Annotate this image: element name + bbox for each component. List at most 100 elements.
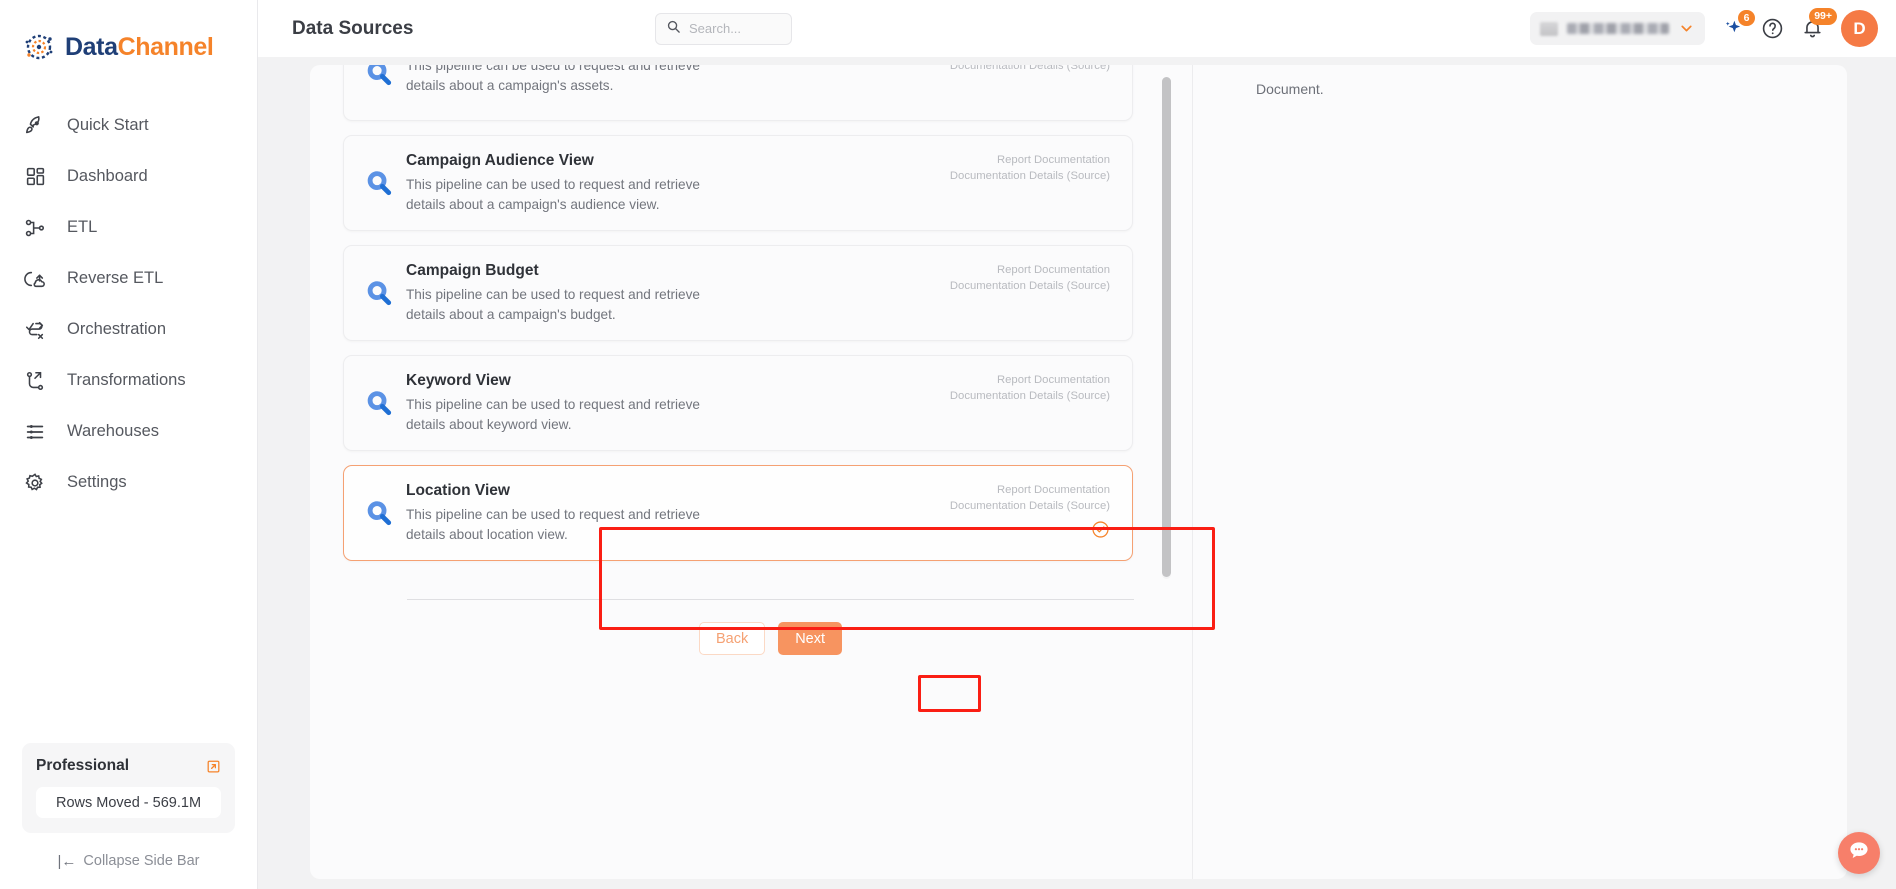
plan-row: Professional: [36, 757, 221, 775]
pipeline-card-meta-line2: Documentation Details (Source): [949, 390, 1110, 403]
pipeline-card[interactable]: Campaign Audience View This pipeline can…: [343, 135, 1133, 231]
pipeline-card-meta: Report Documentation Documentation Detai…: [940, 136, 1110, 185]
sidebar-item-warehouses[interactable]: Warehouses: [0, 406, 257, 457]
main-area: This pipeline can be used to request and…: [258, 57, 1896, 889]
pipeline-card-desc: This pipeline can be used to request and…: [406, 397, 700, 432]
notifications-badge: 99+: [1809, 8, 1837, 25]
sidebar-item-settings[interactable]: Settings: [0, 457, 257, 508]
pipeline-card-meta-line1: Report Documentation: [996, 264, 1110, 276]
magnifier-icon: [360, 498, 398, 529]
workspace-selector[interactable]: [1530, 12, 1705, 45]
help-circle-icon: [1761, 17, 1784, 40]
pipeline-card-title: Keyword View: [406, 372, 511, 390]
sidebar-item-label: Dashboard: [67, 167, 148, 185]
plan-name: Professional: [36, 757, 130, 774]
top-bar-actions: 6 99+ D: [1530, 8, 1878, 47]
sidebar-item-orchestration[interactable]: Orchestration: [0, 304, 257, 355]
pipeline-card-meta-line1: Report Documentation: [996, 154, 1110, 166]
avatar[interactable]: D: [1841, 10, 1878, 47]
magnifier-icon: [360, 65, 398, 89]
datachannel-logo-icon: [22, 30, 56, 64]
documentation-pane: Document.: [1192, 65, 1847, 879]
transformations-icon: [22, 368, 48, 394]
next-button[interactable]: Next: [778, 622, 843, 655]
pipeline-card-body: Campaign Budget This pipeline can be use…: [398, 262, 940, 324]
pipeline-card-meta-line2: Documentation Details (Source): [949, 500, 1110, 513]
brand-text-part2: Channel: [117, 32, 214, 61]
warehouse-stack-icon: [22, 419, 48, 445]
pipeline-card-meta-line1: Report Documentation: [996, 374, 1110, 386]
pipeline-card-meta: Report Documentation Documentation Detai…: [940, 466, 1110, 515]
sidebar-item-label: Orchestration: [67, 320, 167, 338]
reverse-etl-icon: [22, 266, 48, 292]
orchestration-icon: [22, 317, 48, 343]
pipeline-card-title: Campaign Budget: [406, 262, 539, 280]
notifications-button[interactable]: 99+: [1801, 8, 1837, 40]
pipeline-card-list: This pipeline can be used to request and…: [343, 65, 1133, 575]
plan-card: Professional Rows Moved - 569.1M: [22, 743, 235, 833]
sidebar-item-transformations[interactable]: Transformations: [0, 355, 257, 406]
top-bar: Data Sources Search... 6 99+ D: [270, 0, 1896, 57]
pipeline-card-desc: This pipeline can be used to request and…: [406, 177, 700, 212]
chat-bubble-icon: [1847, 839, 1871, 868]
grid-icon: [22, 164, 48, 190]
workspace-logo: [1540, 21, 1558, 36]
sidebar-item-reverse-etl[interactable]: Reverse ETL: [0, 253, 257, 304]
pipeline-card-desc: This pipeline can be used to request and…: [406, 65, 700, 93]
pipeline-card-selected[interactable]: Location View This pipeline can be used …: [343, 465, 1133, 561]
help-button[interactable]: [1761, 17, 1784, 40]
external-link-icon[interactable]: [206, 759, 221, 774]
sidebar: DataChannel Quick Start Dashboard ETL Re…: [0, 0, 258, 889]
documentation-text: Document.: [1256, 81, 1324, 97]
pipeline-card-meta-line2: Documentation Details (Source): [949, 170, 1110, 183]
search-box[interactable]: [655, 12, 792, 45]
sparkle-ai-button[interactable]: 6: [1722, 9, 1755, 40]
pipeline-card-meta: Report Documentation Documentation Detai…: [940, 356, 1110, 405]
gear-icon: [22, 470, 48, 496]
pipeline-card-body: Location View This pipeline can be used …: [398, 482, 940, 544]
sidebar-item-label: Warehouses: [67, 422, 160, 440]
content-card: This pipeline can be used to request and…: [310, 65, 1847, 879]
brand-text: DataChannel: [65, 32, 214, 62]
wizard-footer: Back Next: [407, 622, 1134, 655]
sparkle-badge: 6: [1738, 9, 1755, 26]
pipeline-card[interactable]: Keyword View This pipeline can be used t…: [343, 355, 1133, 451]
search-input[interactable]: [689, 21, 781, 36]
collapse-sidebar-label: Collapse Side Bar: [83, 853, 200, 869]
pipeline-card-body: Keyword View This pipeline can be used t…: [398, 372, 940, 434]
pipeline-card[interactable]: This pipeline can be used to request and…: [343, 65, 1133, 121]
rows-moved-badge: Rows Moved - 569.1M: [36, 787, 221, 818]
chevron-down-icon: [1678, 20, 1695, 37]
sidebar-item-quick-start[interactable]: Quick Start: [0, 100, 257, 151]
sidebar-item-label: Settings: [67, 473, 127, 491]
brand-text-part1: Data: [65, 32, 118, 61]
sidebar-item-label: Quick Start: [67, 116, 149, 134]
page-title: Data Sources: [292, 17, 414, 39]
magnifier-icon: [360, 388, 398, 419]
split-layout: This pipeline can be used to request and…: [310, 65, 1847, 879]
sidebar-item-dashboard[interactable]: Dashboard: [0, 151, 257, 202]
etl-nodes-icon: [22, 215, 48, 241]
list-scrollbar-thumb[interactable]: [1162, 77, 1171, 577]
sidebar-nav: Quick Start Dashboard ETL Reverse ETL Or…: [0, 100, 257, 508]
brand-logo[interactable]: DataChannel: [0, 0, 257, 72]
pipeline-card-title: Campaign Audience View: [406, 152, 594, 170]
pipeline-card-body: Campaign Audience View This pipeline can…: [398, 152, 940, 214]
pipeline-card-body: This pipeline can be used to request and…: [398, 65, 940, 95]
pipeline-card-desc: This pipeline can be used to request and…: [406, 507, 700, 542]
rocket-icon: [22, 113, 48, 139]
pipeline-card-meta-line2: Documentation Details (Source): [949, 280, 1110, 293]
collapse-sidebar-button[interactable]: |← Collapse Side Bar: [0, 833, 257, 889]
pipeline-card[interactable]: Campaign Budget This pipeline can be use…: [343, 245, 1133, 341]
back-button[interactable]: Back: [698, 622, 766, 655]
selected-check-icon: [1091, 520, 1110, 539]
footer-divider: [407, 599, 1134, 600]
chat-widget-button[interactable]: [1838, 832, 1880, 874]
pipeline-card-meta-line2: Documentation Details (Source): [949, 65, 1110, 73]
collapse-arrow-icon: |←: [57, 852, 77, 870]
app-root: DataChannel Quick Start Dashboard ETL Re…: [0, 0, 1896, 889]
sidebar-item-etl[interactable]: ETL: [0, 202, 257, 253]
pipeline-card-meta: Report Documentation Documentation Detai…: [940, 246, 1110, 295]
pipeline-card-title: Location View: [406, 482, 510, 500]
